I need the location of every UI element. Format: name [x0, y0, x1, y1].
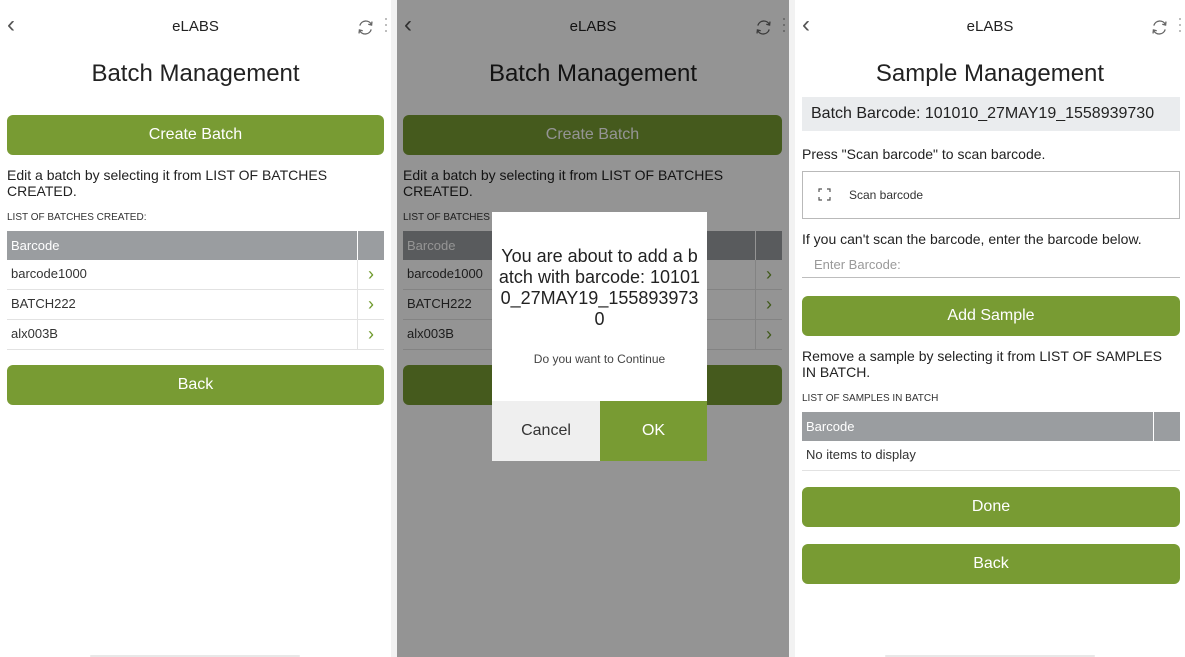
row-barcode: barcode1000 — [11, 266, 87, 281]
dialog-message: You are about to add a batch with barcod… — [498, 246, 701, 329]
table-row[interactable]: barcode1000 › — [7, 260, 384, 290]
table-row[interactable]: alx003B › — [7, 320, 384, 350]
header-divider — [1153, 412, 1154, 441]
empty-message: No items to display — [806, 447, 916, 462]
chevron-right-icon[interactable]: › — [358, 322, 384, 346]
chevron-right-icon[interactable]: › — [358, 262, 384, 286]
table-header: Barcode — [802, 412, 1180, 441]
scan-instruction: Press "Scan barcode" to scan barcode. — [802, 146, 1046, 162]
column-header-barcode: Barcode — [11, 238, 60, 253]
list-caption: LIST OF BATCHES CREATED: — [7, 212, 147, 223]
create-batch-button[interactable]: Create Batch — [7, 115, 384, 155]
column-header-barcode: Barcode — [806, 419, 855, 434]
scan-frame-icon — [818, 188, 831, 201]
dialog-question: Do you want to Continue — [533, 352, 666, 366]
ok-button[interactable]: OK — [600, 401, 707, 461]
back-button[interactable]: Back — [802, 544, 1180, 584]
app-title: eLABS — [966, 18, 1014, 35]
table-row[interactable]: BATCH222 › — [7, 290, 384, 320]
batch-barcode-display: Batch Barcode: 101010_27MAY19_1558939730 — [802, 97, 1180, 131]
barcode-input[interactable] — [802, 252, 1180, 278]
scan-barcode-button[interactable]: Scan barcode — [802, 171, 1180, 219]
list-caption: LIST OF SAMPLES IN BATCH — [802, 393, 939, 404]
screen-sample-management: ‹ eLABS Sample Management Batch Barcode:… — [795, 0, 1185, 657]
page-title: Sample Management — [875, 60, 1105, 87]
done-button[interactable]: Done — [802, 487, 1180, 527]
scan-barcode-label: Scan barcode — [849, 188, 924, 202]
add-sample-button[interactable]: Add Sample — [802, 296, 1180, 336]
row-barcode: BATCH222 — [11, 296, 76, 311]
table-header: Barcode — [7, 231, 384, 260]
app-title: eLABS — [172, 18, 219, 35]
top-bar: ‹ eLABS — [0, 0, 391, 50]
manual-entry-instruction: If you can't scan the barcode, enter the… — [802, 231, 1142, 247]
kebab-menu-icon[interactable] — [1179, 18, 1182, 34]
kebab-menu-icon[interactable] — [385, 18, 388, 34]
confirm-dialog: You are about to add a batch with barcod… — [492, 212, 707, 461]
remove-instruction: Remove a sample by selecting it from LIS… — [802, 348, 1162, 380]
cancel-button[interactable]: Cancel — [492, 401, 600, 461]
empty-row: No items to display — [802, 441, 1180, 471]
sync-icon[interactable] — [1150, 18, 1169, 37]
sync-icon[interactable] — [356, 18, 375, 37]
top-bar: ‹ eLABS — [795, 0, 1185, 50]
chevron-right-icon[interactable]: › — [358, 292, 384, 316]
screen-batch-management-dialog: ‹ eLABS Batch Management Create Batch Ed… — [397, 0, 789, 657]
header-divider — [357, 231, 358, 260]
back-button[interactable]: Back — [7, 365, 384, 405]
page-title: Batch Management — [91, 60, 300, 87]
screen-batch-management: ‹ eLABS Batch Management Create Batch Ed… — [0, 0, 391, 657]
row-barcode: alx003B — [11, 326, 58, 341]
instruction-text: Edit a batch by selecting it from LIST O… — [7, 167, 328, 199]
